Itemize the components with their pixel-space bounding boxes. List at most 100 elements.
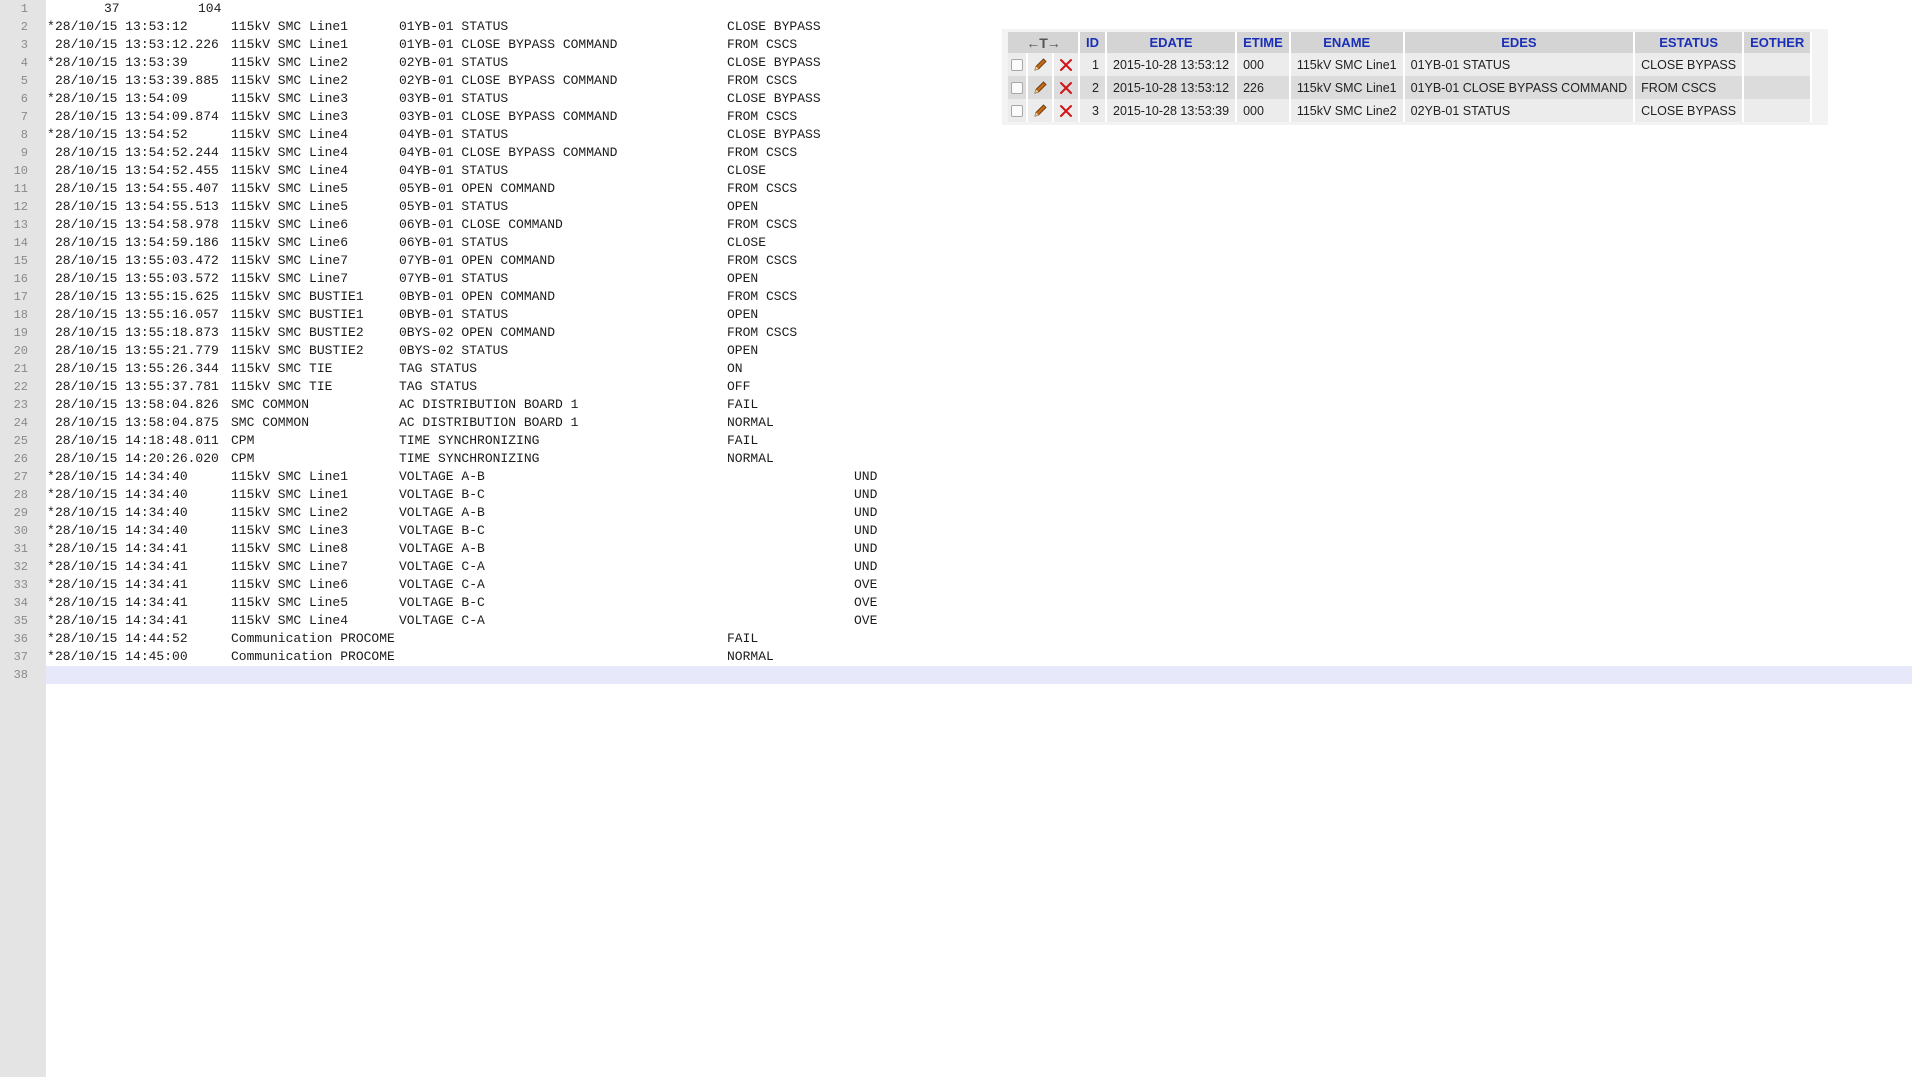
- code-area[interactable]: * 28/10/15 14:34:40 115kV SMC Line2 VOLTAGE…: [46, 504, 1912, 522]
- pencil-icon[interactable]: [1031, 102, 1049, 120]
- code-area[interactable]: 28/10/15 13:54:55.513 115kV SMC Line5 05YB…: [46, 198, 1912, 216]
- event-other: OVE: [854, 595, 878, 610]
- code-area[interactable]: * 28/10/15 14:34:41 115kV SMC Line5 VOLTAGE…: [46, 594, 1912, 612]
- cell-eother[interactable]: [1743, 76, 1813, 99]
- cell-estatus[interactable]: FROM CSCS: [1634, 76, 1745, 99]
- code-area[interactable]: * 28/10/15 14:34:40 115kV SMC Line3 VOLTAGE…: [46, 522, 1912, 540]
- column-header-edes[interactable]: EDES: [1403, 32, 1636, 53]
- cell-id[interactable]: 2: [1079, 76, 1107, 99]
- code-area[interactable]: * 28/10/15 14:34:41 115kV SMC Line4 VOLTAGE…: [46, 612, 1912, 630]
- row-delete-cell: [1053, 99, 1080, 122]
- line-number: 33: [13, 578, 28, 592]
- column-header-edate[interactable]: EDATE: [1106, 32, 1238, 53]
- code-area[interactable]: 28/10/15 13:55:16.057 115kV SMC BUSTIE1 0B…: [46, 306, 1912, 324]
- event-other: UND: [854, 559, 878, 574]
- event-timestamp: 28/10/15 14:18:48.011: [55, 433, 219, 448]
- cell-id[interactable]: 3: [1079, 99, 1107, 122]
- event-name: 115kV SMC Line4: [231, 127, 349, 142]
- editor-line: 15 28/10/15 13:55:03.472 115kV SMC Line7 07…: [0, 252, 1912, 270]
- column-header-etime[interactable]: ETIME: [1236, 32, 1291, 53]
- event-other: UND: [854, 487, 878, 502]
- event-timestamp: 28/10/15 13:54:09: [55, 91, 188, 106]
- delete-icon[interactable]: [1057, 56, 1075, 74]
- editor-line: 34 * 28/10/15 14:34:41 115kV SMC Line5 VOLTA…: [0, 594, 1912, 612]
- row-checkbox[interactable]: [1011, 82, 1023, 95]
- event-description: 04YB-01 STATUS: [399, 127, 509, 142]
- event-timestamp: 28/10/15 13:54:58.978: [55, 217, 219, 232]
- cell-etime[interactable]: 226: [1236, 76, 1291, 99]
- code-area[interactable]: * 28/10/15 14:34:41 115kV SMC Line6 VOLTAGE…: [46, 576, 1912, 594]
- event-name: 115kV SMC Line2: [231, 73, 349, 88]
- cell-eother[interactable]: [1743, 99, 1813, 122]
- code-area[interactable]: 28/10/15 13:54:52.244 115kV SMC Line4 04YB…: [46, 144, 1912, 162]
- cell-edate[interactable]: 2015-10-28 13:53:12: [1106, 76, 1238, 99]
- column-header-estatus[interactable]: ESTATUS: [1634, 32, 1745, 53]
- cell-id[interactable]: 1: [1079, 53, 1107, 76]
- code-area[interactable]: 37 104: [46, 0, 1912, 18]
- code-area[interactable]: 28/10/15 13:54:58.978 115kV SMC Line6 06YB…: [46, 216, 1912, 234]
- column-move-arrows[interactable]: ←T→: [1008, 32, 1080, 53]
- code-area[interactable]: 28/10/15 13:54:52.455 115kV SMC Line4 04YB…: [46, 162, 1912, 180]
- cell-edate[interactable]: 2015-10-28 13:53:39: [1106, 99, 1238, 122]
- cell-eother[interactable]: [1743, 53, 1813, 76]
- pencil-icon[interactable]: [1031, 56, 1049, 74]
- table-row: 1 2015-10-28 13:53:12 000 115kV SMC Line1 01…: [1008, 53, 1813, 76]
- text-editor[interactable]: 1 37 104 2 * 28/10/15 13:53:12 115kV SMC Li…: [0, 0, 1912, 1077]
- event-description: VOLTAGE A-B: [399, 541, 485, 556]
- column-header-id[interactable]: ID: [1079, 32, 1107, 53]
- event-status: FAIL: [727, 433, 759, 448]
- cell-edes[interactable]: 01YB-01 CLOSE BYPASS COMMAND: [1403, 76, 1636, 99]
- cell-ename[interactable]: 115kV SMC Line2: [1289, 99, 1405, 122]
- delete-icon[interactable]: [1057, 79, 1075, 97]
- cell-etime[interactable]: 000: [1236, 53, 1291, 76]
- cell-etime[interactable]: 000: [1236, 99, 1291, 122]
- cell-edate[interactable]: 2015-10-28 13:53:12: [1106, 53, 1238, 76]
- cell-edes[interactable]: 01YB-01 STATUS: [1403, 53, 1636, 76]
- code-area[interactable]: * 28/10/15 14:45:00 Communication PROCOME N…: [46, 648, 1912, 666]
- code-area[interactable]: * 28/10/15 14:44:52 Communication PROCOME F…: [46, 630, 1912, 648]
- row-checkbox[interactable]: [1011, 59, 1023, 72]
- event-flag: *: [47, 649, 55, 664]
- column-header-ename[interactable]: ENAME: [1289, 32, 1405, 53]
- code-area[interactable]: 28/10/15 13:55:03.572 115kV SMC Line7 07YB…: [46, 270, 1912, 288]
- code-area[interactable]: 28/10/15 13:55:26.344 115kV SMC TIE TAG ST…: [46, 360, 1912, 378]
- editor-line: 9 28/10/15 13:54:52.244 115kV SMC Line4 04Y…: [0, 144, 1912, 162]
- event-description: 0BYS-02 STATUS: [399, 343, 509, 358]
- code-area[interactable]: * 28/10/15 14:34:40 115kV SMC Line1 VOLTAGE…: [46, 468, 1912, 486]
- event-flag: *: [47, 19, 55, 34]
- editor-line: 38: [0, 666, 1912, 684]
- code-area[interactable]: [46, 666, 1912, 684]
- header-count-right: 104: [198, 1, 222, 16]
- code-area[interactable]: 28/10/15 13:55:37.781 115kV SMC TIE TAG ST…: [46, 378, 1912, 396]
- code-area[interactable]: 28/10/15 13:58:04.826 SMC COMMON AC DISTRI…: [46, 396, 1912, 414]
- cell-ename[interactable]: 115kV SMC Line1: [1289, 53, 1405, 76]
- column-header-eother[interactable]: EOTHER: [1743, 32, 1813, 53]
- code-area[interactable]: * 28/10/15 13:54:52 115kV SMC Line4 04YB-01…: [46, 126, 1912, 144]
- event-name: 115kV SMC Line1: [231, 487, 349, 502]
- pencil-icon[interactable]: [1031, 79, 1049, 97]
- code-area[interactable]: 28/10/15 13:54:59.186 115kV SMC Line6 06YB…: [46, 234, 1912, 252]
- code-area[interactable]: 28/10/15 13:54:55.407 115kV SMC Line5 05YB…: [46, 180, 1912, 198]
- code-area[interactable]: 28/10/15 13:55:21.779 115kV SMC BUSTIE2 0B…: [46, 342, 1912, 360]
- code-area[interactable]: * 28/10/15 14:34:41 115kV SMC Line7 VOLTAGE…: [46, 558, 1912, 576]
- code-area[interactable]: 28/10/15 13:55:18.873 115kV SMC BUSTIE2 0B…: [46, 324, 1912, 342]
- cell-estatus[interactable]: CLOSE BYPASS: [1634, 53, 1745, 76]
- cell-edes[interactable]: 02YB-01 STATUS: [1403, 99, 1636, 122]
- cell-estatus[interactable]: CLOSE BYPASS: [1634, 99, 1745, 122]
- code-area[interactable]: 28/10/15 14:20:26.020 CPM TIME SYNCHRONIZI…: [46, 450, 1912, 468]
- row-checkbox[interactable]: [1011, 105, 1023, 118]
- code-area[interactable]: 28/10/15 13:55:15.625 115kV SMC BUSTIE1 0B…: [46, 288, 1912, 306]
- line-number: 3: [20, 38, 28, 52]
- code-area[interactable]: * 28/10/15 14:34:41 115kV SMC Line8 VOLTAGE…: [46, 540, 1912, 558]
- editor-line: 16 28/10/15 13:55:03.572 115kV SMC Line7 07…: [0, 270, 1912, 288]
- line-number: 19: [13, 326, 28, 340]
- line-number: 31: [13, 542, 28, 556]
- delete-icon[interactable]: [1057, 102, 1075, 120]
- cell-ename[interactable]: 115kV SMC Line1: [1289, 76, 1405, 99]
- event-flag: *: [47, 523, 55, 538]
- event-other: OVE: [854, 577, 878, 592]
- code-area[interactable]: 28/10/15 13:55:03.472 115kV SMC Line7 07YB…: [46, 252, 1912, 270]
- code-area[interactable]: * 28/10/15 14:34:40 115kV SMC Line1 VOLTAGE…: [46, 486, 1912, 504]
- code-area[interactable]: 28/10/15 14:18:48.011 CPM TIME SYNCHRONIZI…: [46, 432, 1912, 450]
- code-area[interactable]: 28/10/15 13:58:04.875 SMC COMMON AC DISTRI…: [46, 414, 1912, 432]
